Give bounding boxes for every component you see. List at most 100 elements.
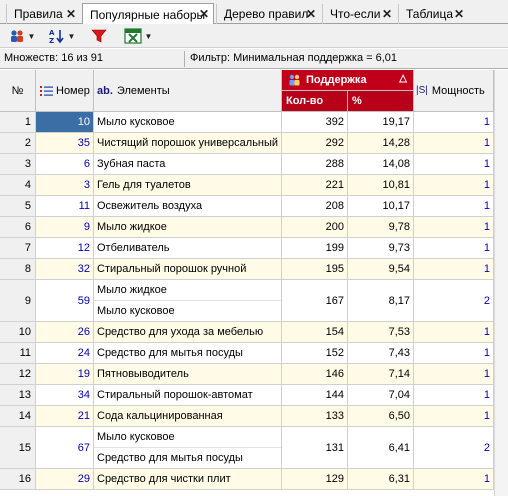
support-percent[interactable]: 7,53 — [348, 322, 414, 343]
sort-button[interactable]: A Z ▼ — [44, 27, 80, 45]
row-number[interactable]: 32 — [36, 259, 94, 280]
column-header-support[interactable]: Поддержка △ — [282, 70, 414, 91]
vertical-scrollbar[interactable] — [494, 70, 508, 496]
set-power[interactable]: 1 — [414, 217, 494, 238]
row-index[interactable]: 3 — [0, 154, 36, 175]
support-count[interactable]: 195 — [282, 259, 348, 280]
row-index[interactable]: 12 — [0, 364, 36, 385]
row-elements[interactable]: Зубная паста — [94, 154, 282, 175]
row-number[interactable]: 35 — [36, 133, 94, 154]
column-header-index[interactable]: № — [0, 70, 36, 112]
group-button[interactable]: ▼ — [4, 27, 40, 45]
support-percent[interactable]: 19,17 — [348, 112, 414, 133]
row-number[interactable]: 3 — [36, 175, 94, 196]
row-index[interactable]: 5 — [0, 196, 36, 217]
support-percent[interactable]: 10,81 — [348, 175, 414, 196]
row-index[interactable]: 9 — [0, 280, 36, 322]
close-icon[interactable]: ✕ — [199, 7, 209, 21]
support-percent[interactable]: 6,41 — [348, 427, 414, 469]
row-index[interactable]: 1 — [0, 112, 36, 133]
support-percent[interactable]: 6,31 — [348, 469, 414, 490]
support-percent[interactable]: 9,78 — [348, 217, 414, 238]
support-percent[interactable]: 8,17 — [348, 280, 414, 322]
filter-button[interactable] — [88, 27, 110, 45]
row-index[interactable]: 14 — [0, 406, 36, 427]
row-number[interactable]: 34 — [36, 385, 94, 406]
row-elements[interactable]: Средство для чистки плит — [94, 469, 282, 490]
row-number[interactable]: 29 — [36, 469, 94, 490]
support-percent[interactable]: 10,17 — [348, 196, 414, 217]
set-power[interactable]: 1 — [414, 196, 494, 217]
table-row[interactable]: 10 26 Средство для ухода за мебелью 154 7,53… — [0, 322, 494, 343]
row-number[interactable]: 11 — [36, 196, 94, 217]
set-power[interactable]: 2 — [414, 427, 494, 469]
support-percent[interactable]: 9,73 — [348, 238, 414, 259]
excel-export-button[interactable]: ▼ — [118, 27, 158, 45]
row-number[interactable]: 59 — [36, 280, 94, 322]
row-index[interactable]: 15 — [0, 427, 36, 469]
row-elements[interactable]: Сода кальцинированная — [94, 406, 282, 427]
row-index[interactable]: 4 — [0, 175, 36, 196]
row-number[interactable]: 21 — [36, 406, 94, 427]
column-header-elements[interactable]: ab. Элементы — [94, 70, 282, 112]
table-row[interactable]: 14 21 Сода кальцинированная 133 6,50 1 — [0, 406, 494, 427]
set-power[interactable]: 1 — [414, 175, 494, 196]
row-elements[interactable]: Мыло кусковое Средство для мытья посуды — [94, 427, 282, 469]
row-index[interactable]: 8 — [0, 259, 36, 280]
close-icon[interactable]: ✕ — [382, 7, 392, 21]
row-elements[interactable]: Гель для туалетов — [94, 175, 282, 196]
row-elements[interactable]: Мыло жидкое Мыло кусковое — [94, 280, 282, 322]
support-count[interactable]: 131 — [282, 427, 348, 469]
table-row[interactable]: 3 6 Зубная паста 288 14,08 1 — [0, 154, 494, 175]
table-row[interactable]: 15 67 Мыло кусковое Средство для мытья посу… — [0, 427, 494, 469]
table-row[interactable]: 6 9 Мыло жидкое 200 9,78 1 — [0, 217, 494, 238]
tab-what-if[interactable]: Что-если ✕ — [322, 4, 396, 24]
column-header-percent[interactable]: % — [348, 91, 414, 112]
set-power[interactable]: 1 — [414, 112, 494, 133]
table-row[interactable]: 13 34 Стиральный порошок-автомат 144 7,04 1 — [0, 385, 494, 406]
support-count[interactable]: 167 — [282, 280, 348, 322]
set-power[interactable]: 1 — [414, 259, 494, 280]
set-power[interactable]: 1 — [414, 385, 494, 406]
row-elements[interactable]: Стиральный порошок-автомат — [94, 385, 282, 406]
row-elements[interactable]: Мыло кусковое — [94, 112, 282, 133]
row-elements[interactable]: Мыло жидкое — [94, 217, 282, 238]
row-number[interactable]: 9 — [36, 217, 94, 238]
support-percent[interactable]: 14,08 — [348, 154, 414, 175]
support-percent[interactable]: 9,54 — [348, 259, 414, 280]
row-elements[interactable]: Отбеливатель — [94, 238, 282, 259]
tab-rule-tree[interactable]: Дерево правил ✕ — [216, 4, 320, 24]
row-index[interactable]: 6 — [0, 217, 36, 238]
row-number[interactable]: 19 — [36, 364, 94, 385]
table-row[interactable]: 1 10 Мыло кусковое 392 19,17 1 — [0, 112, 494, 133]
set-power[interactable]: 1 — [414, 238, 494, 259]
table-row[interactable]: 11 24 Средство для мытья посуды 152 7,43 1 — [0, 343, 494, 364]
row-elements[interactable]: Освежитель воздуха — [94, 196, 282, 217]
close-icon[interactable]: ✕ — [306, 7, 316, 21]
close-icon[interactable]: ✕ — [66, 7, 76, 21]
set-power[interactable]: 1 — [414, 343, 494, 364]
support-count[interactable]: 221 — [282, 175, 348, 196]
support-percent[interactable]: 7,04 — [348, 385, 414, 406]
table-row[interactable]: 5 11 Освежитель воздуха 208 10,17 1 — [0, 196, 494, 217]
set-power[interactable]: 1 — [414, 322, 494, 343]
row-number[interactable]: 26 — [36, 322, 94, 343]
set-power[interactable]: 2 — [414, 280, 494, 322]
support-count[interactable]: 133 — [282, 406, 348, 427]
support-count[interactable]: 208 — [282, 196, 348, 217]
row-number[interactable]: 6 — [36, 154, 94, 175]
table-row[interactable]: 8 32 Стиральный порошок ручной 195 9,54 1 — [0, 259, 494, 280]
set-power[interactable]: 1 — [414, 469, 494, 490]
tab-popular-sets[interactable]: Популярные наборы ✕ — [82, 3, 214, 25]
row-index[interactable]: 13 — [0, 385, 36, 406]
table-row[interactable]: 9 59 Мыло жидкое Мыло кусковое 167 8,17 2 — [0, 280, 494, 322]
row-number[interactable]: 24 — [36, 343, 94, 364]
table-row[interactable]: 7 12 Отбеливатель 199 9,73 1 — [0, 238, 494, 259]
column-header-power[interactable]: |S| Мощность — [414, 70, 494, 112]
support-count[interactable]: 292 — [282, 133, 348, 154]
row-elements[interactable]: Средство для ухода за мебелью — [94, 322, 282, 343]
support-count[interactable]: 144 — [282, 385, 348, 406]
set-power[interactable]: 1 — [414, 133, 494, 154]
support-count[interactable]: 200 — [282, 217, 348, 238]
set-power[interactable]: 1 — [414, 154, 494, 175]
